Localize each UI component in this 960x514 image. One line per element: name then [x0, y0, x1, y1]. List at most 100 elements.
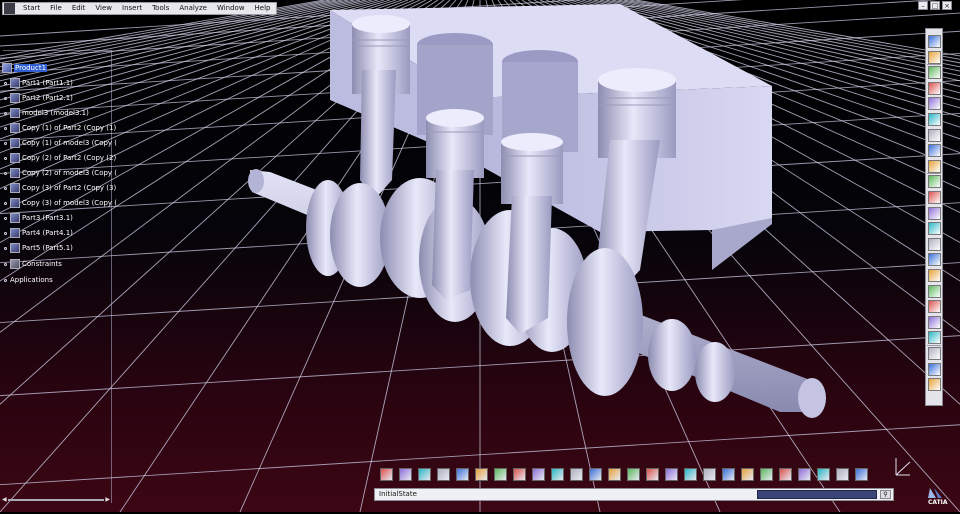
snap-icon[interactable]: [928, 66, 941, 80]
manipulation-icon[interactable]: [928, 159, 941, 173]
3d-viewport[interactable]: [0, 0, 960, 513]
contact-constraint-icon[interactable]: [928, 206, 941, 220]
tree-node[interactable]: Applications: [4, 274, 53, 286]
replace-icon[interactable]: [928, 113, 941, 126]
weld-icon[interactable]: [928, 378, 941, 392]
fly-mode-icon[interactable]: [380, 468, 393, 481]
menu-view[interactable]: View: [90, 3, 117, 14]
expand-icon[interactable]: [4, 111, 7, 115]
expand-icon[interactable]: [4, 216, 7, 220]
menu-file[interactable]: File: [45, 3, 67, 14]
select-arrow-icon[interactable]: [928, 50, 941, 64]
maximize-button[interactable]: □: [930, 1, 940, 10]
search-icon[interactable]: [760, 468, 773, 481]
sectioning-icon[interactable]: [928, 284, 941, 298]
piston-2[interactable]: [426, 109, 484, 178]
tree-node[interactable]: Copy (1) of model3 (Copy (: [4, 137, 117, 149]
scroll-right-icon[interactable]: ▶: [105, 497, 110, 503]
distance-icon[interactable]: [928, 300, 941, 314]
zoom-in-icon[interactable]: [456, 468, 469, 481]
tree-node[interactable]: Constraints: [4, 258, 62, 270]
catalog-browser-icon[interactable]: [741, 468, 754, 481]
expand-icon[interactable]: [4, 186, 7, 190]
expand-icon[interactable]: [4, 246, 7, 250]
fit-all-icon[interactable]: [399, 468, 412, 481]
angle-constraint-icon[interactable]: [928, 237, 941, 251]
material-icon[interactable]: [779, 468, 792, 481]
close-button[interactable]: ×: [942, 1, 952, 10]
connecting-rod[interactable]: [432, 170, 474, 300]
tree-node[interactable]: Copy (2) of Part2 (Copy (2): [4, 152, 116, 164]
expand-icon[interactable]: [4, 262, 7, 266]
shading-icon[interactable]: [551, 468, 564, 481]
tree-node[interactable]: Copy (2) of model3 (Copy (: [4, 167, 117, 179]
explode-icon[interactable]: [928, 175, 941, 189]
menu-edit[interactable]: Edit: [67, 3, 91, 14]
render-icon[interactable]: [722, 468, 735, 481]
expand-icon[interactable]: [4, 231, 7, 235]
search-icon[interactable]: ⚲: [880, 490, 891, 499]
scenes-icon[interactable]: [928, 347, 941, 360]
offset-constraint-icon[interactable]: [928, 222, 941, 236]
swap-visible-icon[interactable]: [589, 468, 602, 481]
tree-node[interactable]: Part4 (Part4.1): [4, 227, 73, 239]
connecting-rod[interactable]: [506, 196, 552, 334]
tree-node[interactable]: Copy (3) of Part2 (Copy (3): [4, 182, 116, 194]
measure-item-icon[interactable]: [665, 468, 678, 481]
expand-icon[interactable]: [4, 141, 7, 145]
annotation-icon[interactable]: [928, 362, 941, 376]
zoom-out-icon[interactable]: [475, 468, 488, 481]
web-icon[interactable]: [817, 468, 830, 481]
expand-icon[interactable]: [4, 96, 7, 100]
tree-node[interactable]: Part3 (Part3.1): [4, 212, 73, 224]
clash-icon[interactable]: [928, 269, 941, 282]
expand-icon[interactable]: [4, 171, 7, 175]
macro-icon[interactable]: [836, 468, 849, 481]
pan-icon[interactable]: [418, 468, 431, 481]
app-logo-icon[interactable]: [4, 3, 15, 14]
tree-scrollbar[interactable]: ◀ ▶: [2, 497, 110, 503]
coincidence-constraint-icon[interactable]: [928, 191, 941, 204]
expand-icon[interactable]: [4, 278, 7, 282]
tree-node[interactable]: Copy (3) of model3 (Copy (: [4, 197, 117, 209]
tree-node-root[interactable]: Product1: [2, 62, 48, 74]
menu-insert[interactable]: Insert: [117, 3, 147, 14]
engine-model[interactable]: [248, 4, 826, 418]
tree-node[interactable]: model3 (model3.1): [4, 107, 89, 119]
menu-window[interactable]: Window: [212, 3, 250, 14]
normal-view-icon[interactable]: [494, 468, 507, 481]
generate-numbering-icon[interactable]: [928, 144, 941, 158]
menu-tools[interactable]: Tools: [147, 3, 174, 14]
update-icon[interactable]: [608, 468, 621, 481]
lock-icon[interactable]: [928, 35, 941, 48]
publish-icon[interactable]: [627, 468, 640, 481]
expand-icon[interactable]: [4, 126, 7, 130]
axis-compass-icon[interactable]: [895, 458, 911, 476]
piston-3[interactable]: [501, 133, 563, 204]
menu-start[interactable]: Start: [18, 3, 45, 14]
rotate-icon[interactable]: [437, 468, 450, 481]
menu-analyze[interactable]: Analyze: [174, 3, 212, 14]
tree-node[interactable]: Part1 (Part1.1): [4, 77, 73, 89]
measure-between-icon[interactable]: [646, 468, 659, 481]
expand-icon[interactable]: [4, 201, 7, 205]
expand-icon[interactable]: [4, 156, 7, 160]
3d-scene[interactable]: [0, 0, 960, 513]
tree-node[interactable]: Part2 (Part2.1): [4, 92, 73, 104]
hide-show-icon[interactable]: [570, 468, 583, 481]
measure-inertia-icon[interactable]: [684, 468, 697, 481]
view-mode-icon[interactable]: [855, 468, 868, 481]
light-icon[interactable]: [798, 468, 811, 481]
iso-view-icon[interactable]: [532, 468, 545, 481]
existing-component-icon[interactable]: [928, 97, 941, 111]
compass-icon[interactable]: [703, 468, 716, 481]
graph-tree-icon[interactable]: [928, 128, 941, 142]
menu-help[interactable]: Help: [250, 3, 276, 14]
fix-constraint-icon[interactable]: [928, 253, 941, 267]
command-input[interactable]: [757, 490, 877, 499]
multi-view-icon[interactable]: [513, 468, 526, 481]
tree-node[interactable]: Copy (1) of Part2 (Copy (1): [4, 122, 116, 134]
scroll-track[interactable]: [8, 499, 104, 501]
scroll-left-icon[interactable]: ◀: [2, 497, 7, 503]
new-component-icon[interactable]: [928, 81, 941, 95]
